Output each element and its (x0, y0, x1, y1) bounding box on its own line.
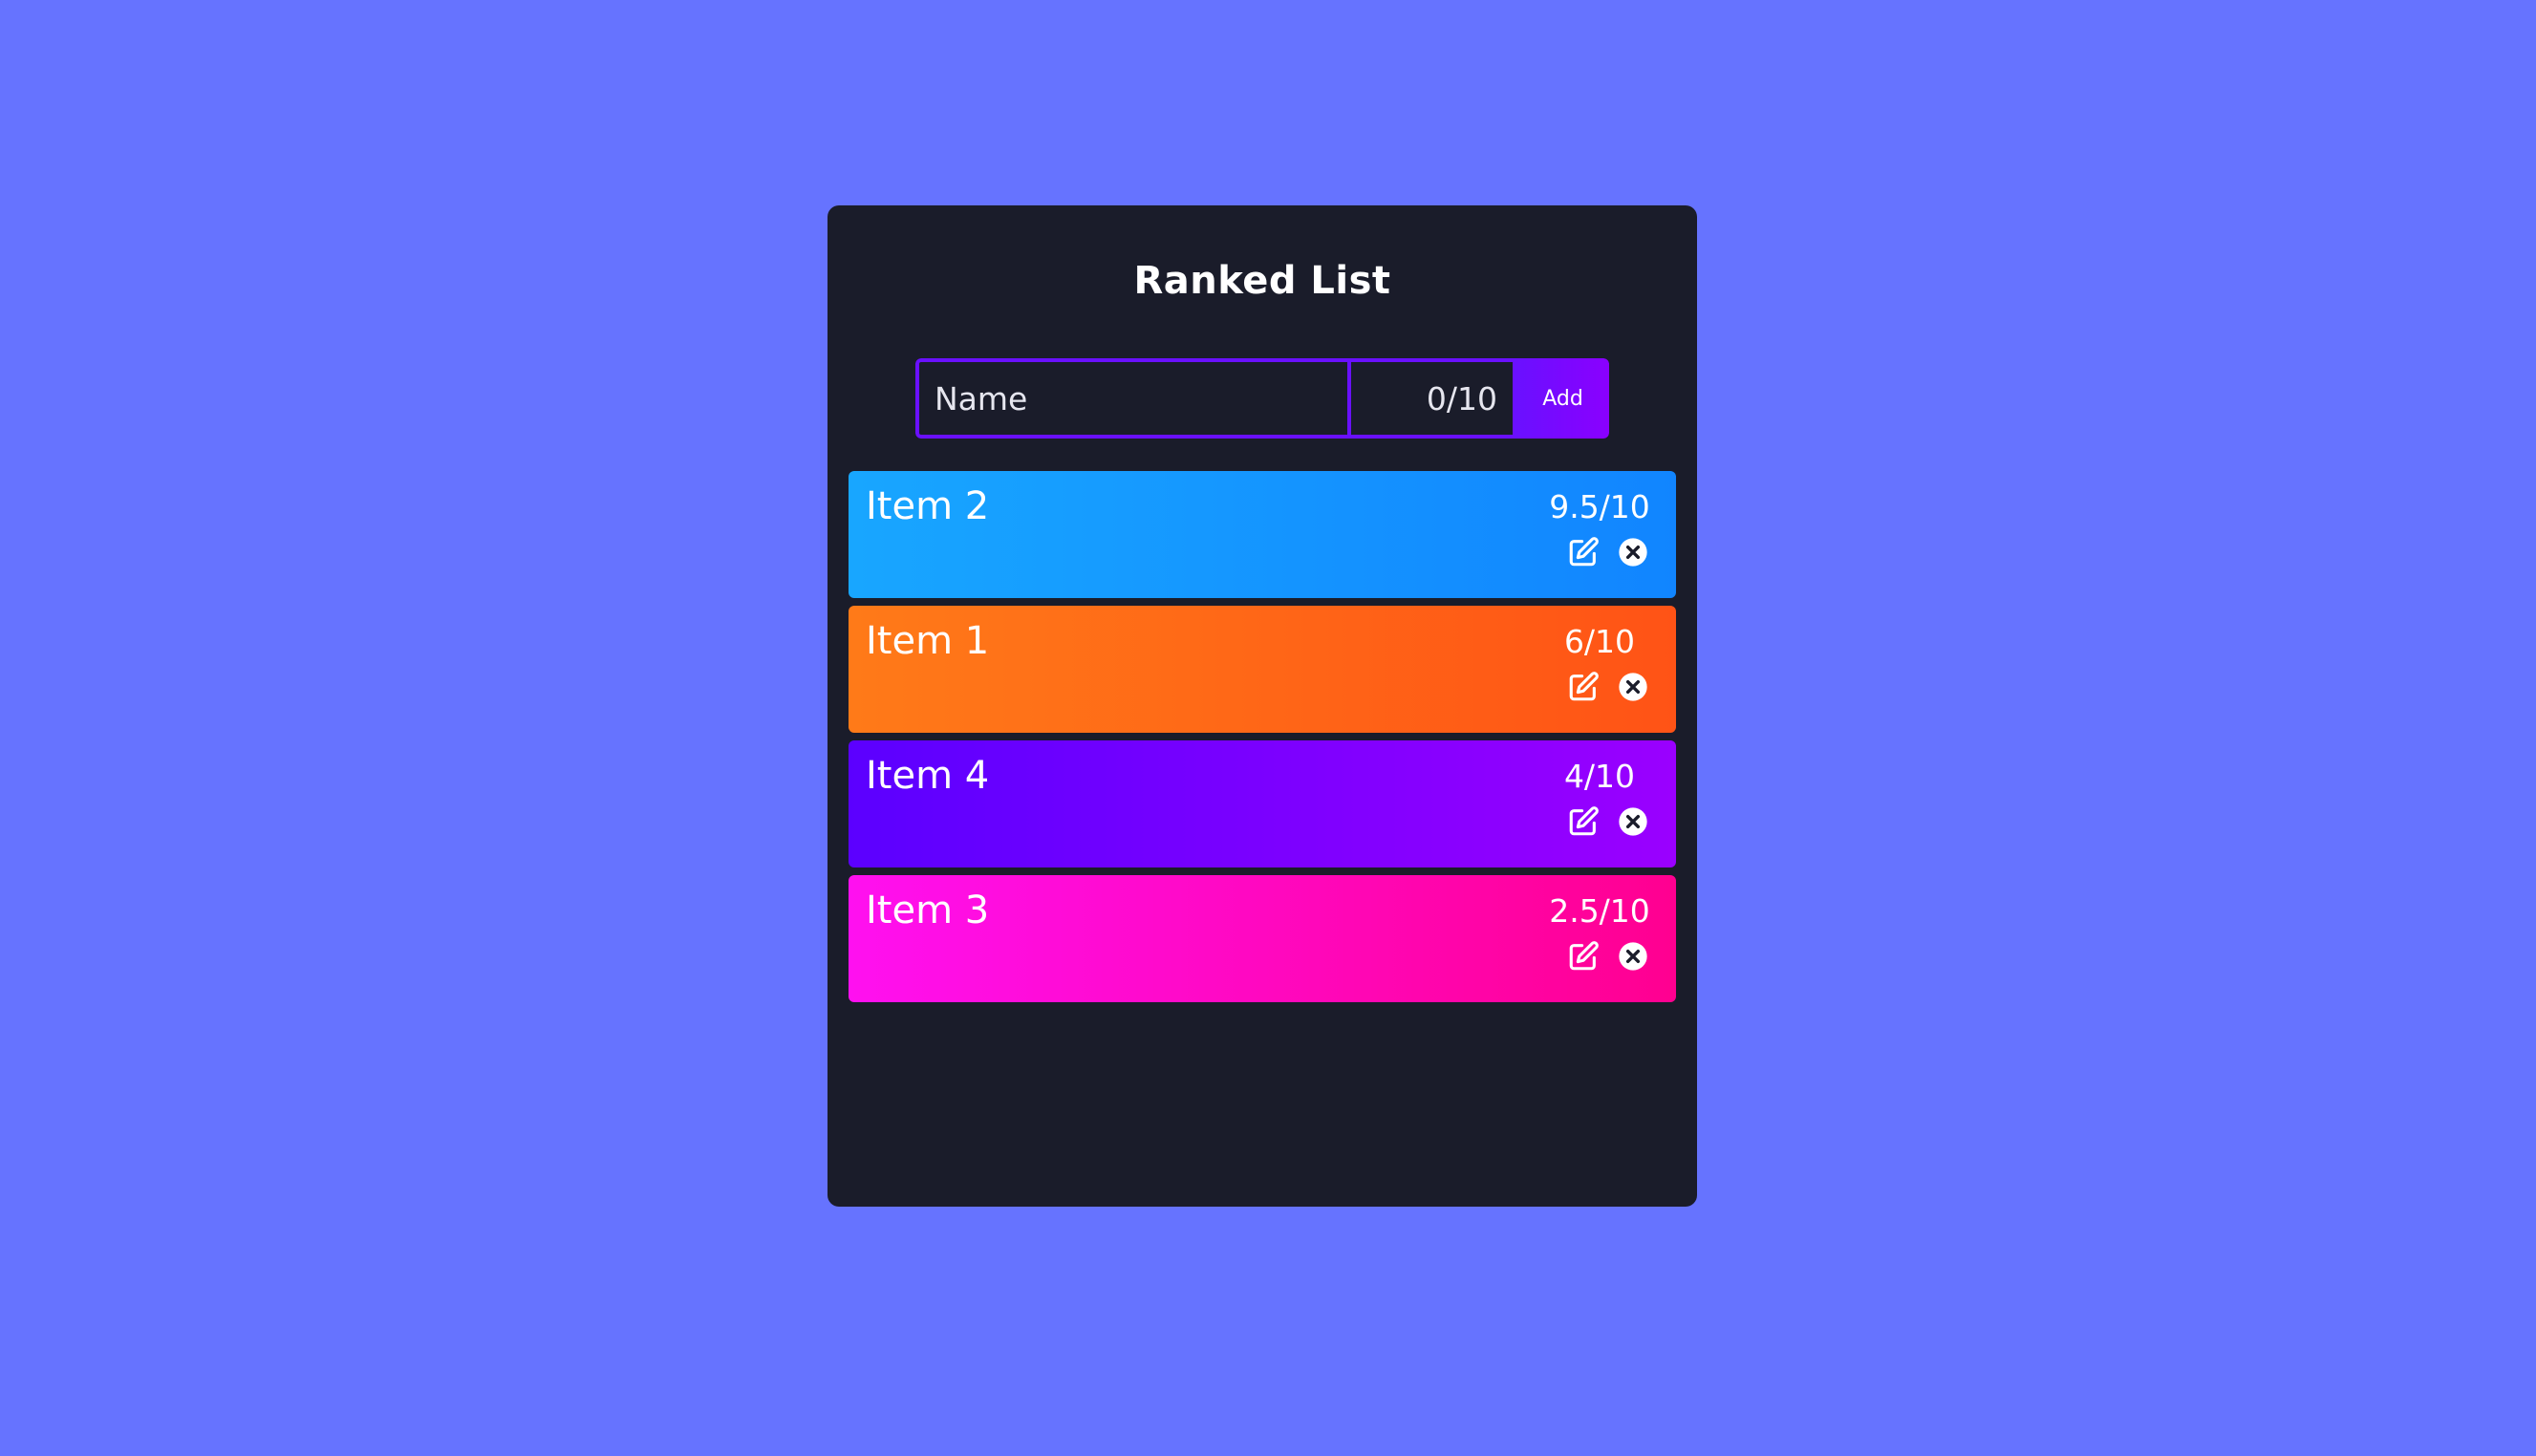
ranked-list-panel: Ranked List Add Item 2 9.5/10 Item 1 6/1… (827, 205, 1697, 1207)
item-score: 6/10 (1563, 623, 1636, 660)
item-actions (1567, 940, 1649, 973)
edit-icon[interactable] (1567, 805, 1600, 838)
item-actions (1567, 805, 1649, 838)
list-item: Item 4 4/10 (849, 740, 1676, 867)
item-score: 9.5/10 (1549, 488, 1650, 525)
close-circle-icon[interactable] (1617, 940, 1649, 973)
item-name: Item 1 (866, 619, 990, 663)
add-item-form: Add (915, 358, 1609, 439)
page-title: Ranked List (1133, 259, 1391, 303)
list-item: Item 2 9.5/10 (849, 471, 1676, 598)
item-score: 2.5/10 (1549, 892, 1650, 930)
close-circle-icon[interactable] (1617, 805, 1649, 838)
item-actions (1567, 671, 1649, 703)
name-input[interactable] (915, 358, 1351, 439)
list-item: Item 3 2.5/10 (849, 875, 1676, 1002)
close-circle-icon[interactable] (1617, 671, 1649, 703)
item-name: Item 4 (866, 754, 990, 798)
score-input[interactable] (1351, 358, 1516, 439)
item-name: Item 3 (866, 889, 990, 932)
item-score: 4/10 (1563, 758, 1636, 795)
edit-icon[interactable] (1567, 671, 1600, 703)
edit-icon[interactable] (1567, 940, 1600, 973)
item-actions (1567, 536, 1649, 568)
item-name: Item 2 (866, 484, 990, 528)
ranked-list: Item 2 9.5/10 Item 1 6/10 Item 4 4/10 It… (849, 471, 1676, 1010)
close-circle-icon[interactable] (1617, 536, 1649, 568)
add-button[interactable]: Add (1516, 358, 1609, 439)
edit-icon[interactable] (1567, 536, 1600, 568)
list-item: Item 1 6/10 (849, 606, 1676, 733)
